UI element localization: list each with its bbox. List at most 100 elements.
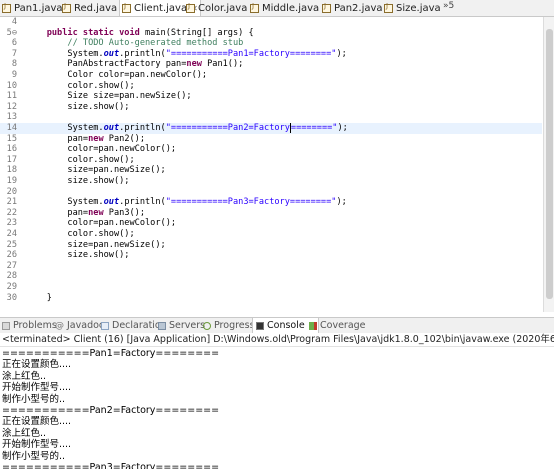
line-number: 20 bbox=[6, 186, 17, 197]
code-line[interactable]: 7 System.out.println("===========Pan1=Fa… bbox=[0, 49, 542, 60]
code-token: "===========Pan2=Factory bbox=[165, 123, 290, 133]
console-status-text: <terminated> Client (16) [Java Applicati… bbox=[2, 334, 554, 345]
code-line[interactable]: 24 color.show(); bbox=[0, 229, 542, 240]
code-token: Pan1(); bbox=[201, 59, 244, 70]
editor-scrollbar[interactable] bbox=[543, 17, 554, 312]
code-text: size.show(); bbox=[26, 102, 129, 113]
code-line[interactable]: 25 size=pan.newSize(); bbox=[0, 240, 542, 251]
code-token: size=pan.newSize(); bbox=[26, 165, 166, 176]
tab-pan2-java[interactable]: Pan2.java bbox=[322, 0, 383, 16]
line-number: 23 bbox=[6, 218, 17, 229]
line-number: 15 bbox=[6, 133, 17, 144]
code-line[interactable]: 17 color.show(); bbox=[0, 155, 542, 166]
code-line[interactable]: 8 PanAbstractFactory pan=new Pan1(); bbox=[0, 59, 542, 70]
code-text: pan=new Pan3(); bbox=[26, 208, 145, 219]
code-editor[interactable]: 4 5⊖ public static void main(String[] arg… bbox=[0, 17, 542, 312]
console-line: 开始制作型号.... bbox=[2, 439, 72, 451]
line-number: 26 bbox=[6, 250, 17, 261]
java-file-icon bbox=[322, 2, 331, 13]
code-line[interactable]: 13 bbox=[0, 112, 542, 123]
line-number: 18 bbox=[6, 165, 17, 176]
console-line: 制作小型号的.. bbox=[2, 450, 66, 462]
tab-problems[interactable]: Problems bbox=[2, 318, 57, 333]
code-line[interactable]: 11 Size size=pan.newSize(); bbox=[0, 91, 542, 102]
code-token: Size size=pan.newSize(); bbox=[26, 91, 192, 102]
tab-declaration[interactable]: Declaration bbox=[101, 318, 167, 333]
code-line[interactable]: 4 bbox=[0, 17, 542, 28]
code-text: PanAbstractFactory pan=new Pan1(); bbox=[26, 59, 243, 70]
view-tab-label: Javadoc bbox=[67, 320, 105, 331]
code-line[interactable]: 12 size.show(); bbox=[0, 102, 542, 113]
code-line[interactable]: 16 color=pan.newColor(); bbox=[0, 144, 542, 155]
code-line[interactable]: 18 size=pan.newSize(); bbox=[0, 165, 542, 176]
line-number: 21 bbox=[6, 197, 17, 208]
tab-coverage[interactable]: Coverage bbox=[309, 318, 366, 333]
code-line[interactable]: 19 size.show(); bbox=[0, 176, 542, 187]
line-number: 17 bbox=[6, 154, 17, 165]
code-line[interactable]: 5⊖ public static void main(String[] args… bbox=[0, 28, 542, 39]
tab-red-java[interactable]: Red.java bbox=[62, 0, 117, 16]
code-line[interactable]: 15 pan=new Pan2(); bbox=[0, 134, 542, 145]
code-token: color.show(); bbox=[26, 80, 135, 91]
code-line[interactable]: 30 } bbox=[0, 293, 542, 304]
code-token: Pan3(); bbox=[103, 207, 146, 218]
code-token: new bbox=[88, 133, 104, 144]
tab-middle-java[interactable]: Middle.java bbox=[250, 0, 319, 16]
code-token: // TODO Auto-generated method stub bbox=[26, 38, 244, 49]
java-file-icon bbox=[250, 2, 259, 13]
console-output[interactable]: ===========Pan1=Factory======== 正在设置颜色...… bbox=[0, 347, 554, 469]
code-line[interactable]: 28 bbox=[0, 271, 542, 282]
code-line[interactable]: 23 color=pan.newColor(); bbox=[0, 218, 542, 229]
line-number: 5⊖ bbox=[6, 27, 17, 38]
coverage-icon bbox=[309, 321, 317, 330]
code-line[interactable]: 21 System.out.println("===========Pan3=F… bbox=[0, 197, 542, 208]
console-icon bbox=[256, 321, 264, 330]
line-number: 25 bbox=[6, 239, 17, 250]
code-token: "===========Pan1=Factory========" bbox=[165, 48, 337, 59]
line-number: 22 bbox=[6, 207, 17, 218]
tab-label: Color.java bbox=[198, 2, 248, 14]
code-token: new bbox=[88, 207, 104, 218]
code-token: ); bbox=[337, 123, 348, 133]
tab-progress[interactable]: Progress bbox=[203, 318, 255, 333]
code-line[interactable]: 26 size.show(); bbox=[0, 250, 542, 261]
tab-label: Client.java bbox=[134, 3, 188, 14]
code-line[interactable]: 20 bbox=[0, 187, 542, 198]
line-number: 9 bbox=[11, 70, 17, 80]
code-line[interactable]: 29 bbox=[0, 282, 542, 293]
code-token: Pan2(); bbox=[103, 133, 146, 144]
code-text: size.show(); bbox=[26, 176, 129, 187]
code-token: size=pan.newSize(); bbox=[26, 239, 166, 250]
view-tab-label: Console bbox=[267, 320, 305, 331]
tab-pan1-java[interactable]: Pan1.java bbox=[2, 0, 63, 16]
code-line[interactable]: 14 System.out.println("===========Pan2=F… bbox=[0, 123, 542, 134]
code-line[interactable]: 22 pan=new Pan3(); bbox=[0, 208, 542, 219]
code-token: } bbox=[26, 292, 52, 303]
code-text: color=pan.newColor(); bbox=[26, 218, 176, 229]
tab-color-java[interactable]: Color.java bbox=[186, 0, 247, 16]
code-line[interactable]: 27 bbox=[0, 261, 542, 272]
tab-label: Red.java bbox=[74, 2, 118, 14]
code-line[interactable]: 10 color.show(); bbox=[0, 81, 542, 92]
code-token: public static void bbox=[26, 27, 145, 38]
code-line[interactable]: 6 // TODO Auto-generated method stub bbox=[0, 38, 542, 49]
tab-label: Middle.java bbox=[262, 2, 320, 14]
console-line: 涂上红色.. bbox=[2, 427, 47, 439]
tab-javadoc[interactable]: @ Javadoc bbox=[55, 318, 104, 333]
line-number: 27 bbox=[6, 260, 17, 271]
tab-size-java[interactable]: Size.java bbox=[384, 0, 441, 16]
line-number: 7 bbox=[11, 48, 17, 59]
console-line: ===========Pan3=Factory======== bbox=[2, 462, 220, 469]
line-number: 16 bbox=[6, 144, 17, 155]
code-text: size=pan.newSize(); bbox=[26, 239, 166, 251]
tabs-overflow-button[interactable]: »5 bbox=[443, 1, 454, 11]
line-number: 8 bbox=[11, 59, 17, 70]
scrollbar-thumb[interactable] bbox=[546, 29, 553, 299]
code-text: color.show(); bbox=[26, 155, 134, 166]
line-number: 19 bbox=[6, 176, 17, 186]
java-file-icon bbox=[2, 2, 11, 13]
code-line[interactable]: 9 Color color=pan.newColor(); bbox=[0, 70, 542, 81]
tab-servers[interactable]: Servers bbox=[158, 318, 205, 333]
console-line: 涂上红色.. bbox=[2, 370, 47, 382]
code-text: size=pan.newSize(); bbox=[26, 165, 166, 176]
